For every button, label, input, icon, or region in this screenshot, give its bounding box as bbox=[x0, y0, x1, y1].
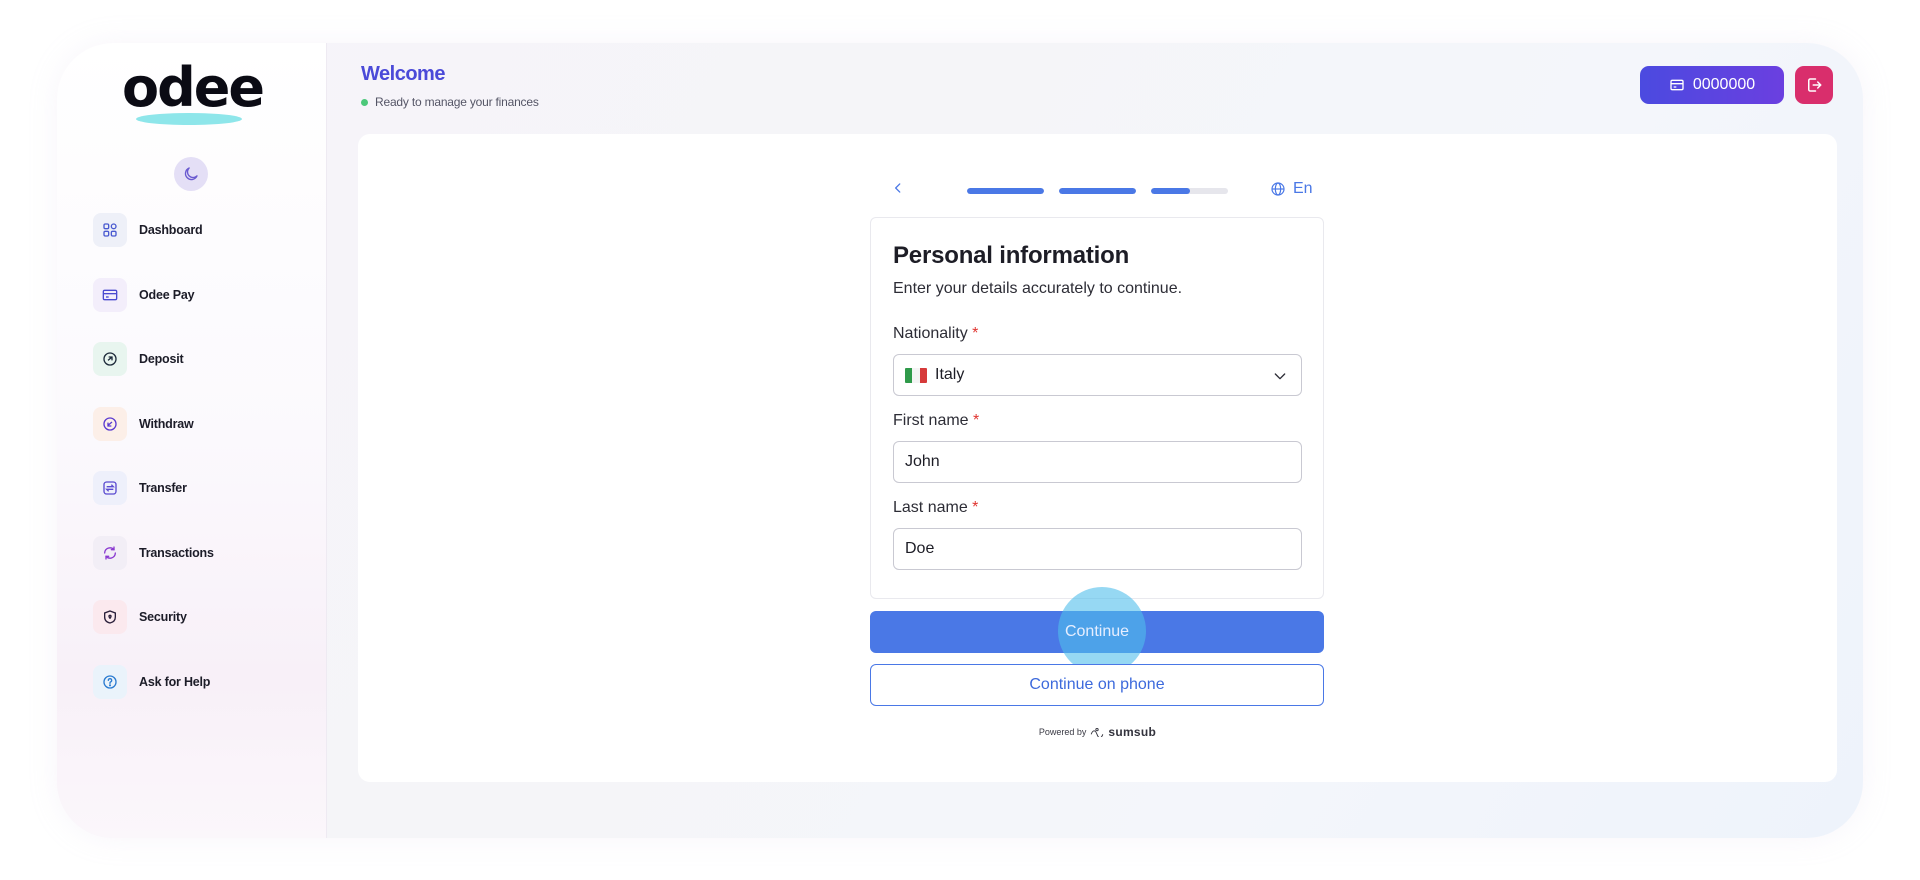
nationality-value: Italy bbox=[935, 366, 965, 383]
chevron-left-icon bbox=[895, 183, 901, 193]
wallet-icon bbox=[1670, 79, 1684, 91]
theme-toggle-button[interactable] bbox=[174, 157, 208, 191]
moon-icon bbox=[184, 167, 198, 181]
deposit-icon bbox=[93, 342, 127, 376]
sidebar-item-odee-pay[interactable]: Odee Pay bbox=[93, 277, 214, 312]
last-name-input[interactable]: Doe bbox=[893, 528, 1302, 570]
progress-bar bbox=[1151, 188, 1228, 194]
powered-by: Powered by sumsub bbox=[358, 725, 1837, 739]
progress-bar-fill bbox=[967, 188, 1044, 194]
sidebar-item-dashboard[interactable]: Dashboard bbox=[93, 213, 214, 247]
continue-button-label: Continue bbox=[1064, 623, 1130, 640]
sidebar-item-withdraw[interactable]: Withdraw bbox=[93, 406, 214, 441]
first-name-input[interactable]: John bbox=[893, 441, 1302, 483]
sidebar-item-label: Odee Pay bbox=[139, 287, 195, 302]
required-mark: * bbox=[973, 412, 980, 429]
verification-card: En Personal information Enter your detai… bbox=[358, 134, 1837, 782]
progress-bar-fill bbox=[1151, 188, 1190, 194]
refresh-icon bbox=[93, 535, 127, 570]
app-window: odee Dashboard Odee Pay Deposit Withdraw… bbox=[57, 43, 1863, 838]
dashboard-icon bbox=[93, 213, 127, 247]
account-number: 0000000 bbox=[1692, 76, 1756, 93]
logo[interactable]: odee bbox=[122, 56, 265, 131]
required-mark: * bbox=[972, 325, 979, 342]
personal-info-form: Personal information Enter your details … bbox=[870, 217, 1324, 599]
progress-bar-fill bbox=[1059, 188, 1136, 194]
nationality-label-text: Nationality bbox=[893, 325, 968, 342]
sidebar-item-label: Withdraw bbox=[139, 416, 194, 431]
provider-name: sumsub bbox=[1108, 725, 1157, 739]
sidebar: odee Dashboard Odee Pay Deposit Withdraw… bbox=[57, 43, 327, 838]
nationality-select[interactable]: Italy bbox=[893, 354, 1302, 396]
first-name-label: First name * bbox=[893, 412, 979, 430]
page-title: Welcome bbox=[361, 63, 445, 85]
logo-text: odee bbox=[122, 56, 265, 119]
logout-icon bbox=[1808, 78, 1822, 92]
italy-flag-icon bbox=[905, 367, 927, 383]
first-name-label-text: First name bbox=[893, 412, 969, 429]
chevron-down-icon bbox=[1274, 373, 1286, 380]
shield-icon bbox=[93, 600, 127, 634]
page-subtitle-text: Ready to manage your finances bbox=[375, 95, 539, 109]
help-icon bbox=[93, 664, 127, 699]
sidebar-item-transfer[interactable]: Transfer bbox=[93, 471, 214, 505]
back-button[interactable] bbox=[888, 178, 908, 198]
language-selector[interactable]: En bbox=[1270, 180, 1313, 198]
language-label: En bbox=[1293, 180, 1313, 197]
required-mark: * bbox=[972, 499, 979, 516]
sidebar-item-security[interactable]: Security bbox=[93, 600, 214, 634]
progress-bar bbox=[967, 188, 1044, 194]
logout-button[interactable] bbox=[1795, 66, 1833, 104]
continue-on-phone-button[interactable]: Continue on phone bbox=[870, 664, 1324, 706]
powered-by-text: Powered by bbox=[1038, 727, 1087, 737]
progress-bar bbox=[1059, 188, 1136, 194]
withdraw-icon bbox=[93, 406, 127, 441]
form-title: Personal information bbox=[893, 242, 1130, 269]
last-name-label-text: Last name bbox=[893, 499, 968, 516]
sidebar-item-label: Dashboard bbox=[139, 223, 203, 237]
form-subtitle: Enter your details accurately to continu… bbox=[893, 280, 1183, 297]
card-icon bbox=[93, 277, 127, 312]
nationality-label: Nationality * bbox=[893, 325, 978, 343]
sidebar-item-label: Security bbox=[139, 610, 187, 624]
transfer-icon bbox=[93, 471, 127, 505]
globe-icon bbox=[1271, 182, 1285, 196]
continue-on-phone-label: Continue on phone bbox=[1029, 676, 1165, 693]
sidebar-item-label: Ask for Help bbox=[139, 674, 211, 689]
sidebar-item-deposit[interactable]: Deposit bbox=[93, 342, 214, 376]
step-progress bbox=[967, 188, 1243, 194]
account-button[interactable]: 0000000 bbox=[1640, 66, 1784, 104]
sidebar-nav: Dashboard Odee Pay Deposit Withdraw Tran… bbox=[93, 213, 214, 729]
first-name-value: John bbox=[905, 453, 940, 470]
sidebar-item-label: Deposit bbox=[139, 352, 184, 366]
sidebar-item-label: Transfer bbox=[139, 481, 187, 495]
sidebar-item-label: Transactions bbox=[139, 545, 214, 560]
sumsub-logo-icon bbox=[1091, 728, 1104, 737]
sidebar-item-transactions[interactable]: Transactions bbox=[93, 535, 214, 570]
sidebar-item-ask-for-help[interactable]: Ask for Help bbox=[93, 664, 214, 699]
last-name-label: Last name * bbox=[893, 499, 978, 517]
page-subtitle: Ready to manage your finances bbox=[361, 95, 539, 109]
status-dot bbox=[361, 98, 368, 106]
last-name-value: Doe bbox=[905, 540, 935, 557]
continue-button[interactable]: Continue bbox=[870, 611, 1324, 653]
